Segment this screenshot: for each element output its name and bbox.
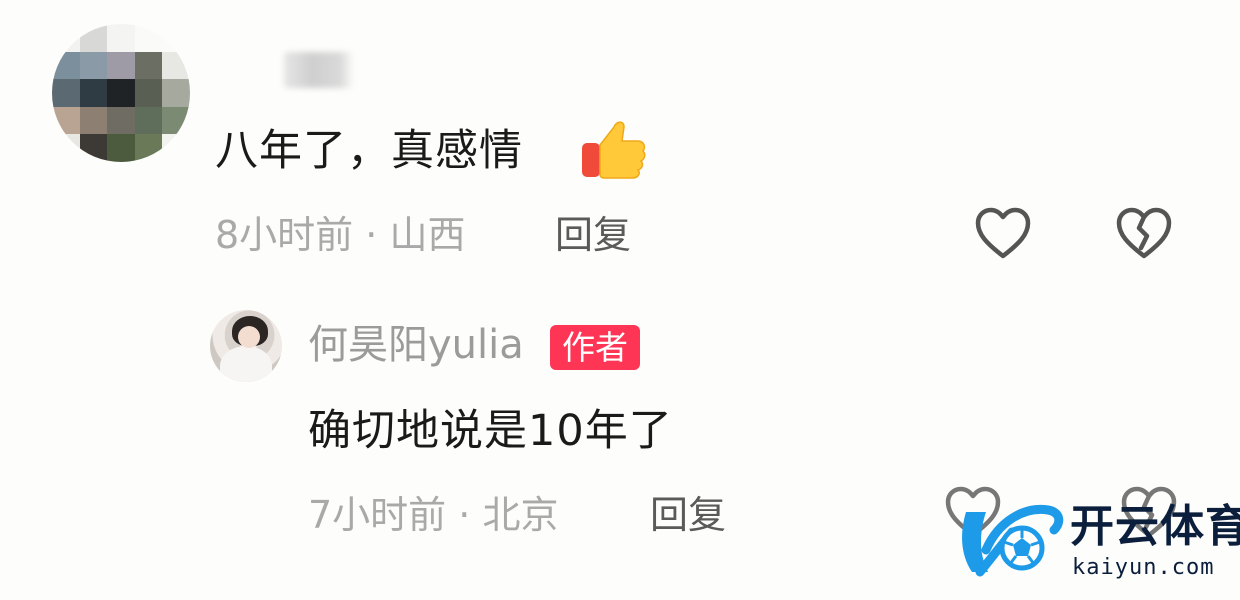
heart-icon[interactable]: [974, 206, 1032, 260]
author-username[interactable]: 何昊阳yulia: [308, 325, 524, 365]
meta-separator: ·: [446, 493, 483, 537]
comment-meta: 8小时前 · 山西: [215, 216, 465, 254]
broken-heart-icon[interactable]: [1115, 206, 1173, 260]
comment-time: 7小时前: [308, 493, 447, 537]
comment-text: 八年了，真感情: [215, 126, 523, 176]
watermark-url: kaiyun.com: [1072, 555, 1215, 580]
meta-separator: ·: [353, 213, 390, 257]
comment-time: 8小时前: [215, 213, 354, 257]
watermark-name: 开云体育: [1070, 501, 1240, 552]
author-badge: 作者: [550, 325, 640, 370]
reply-button[interactable]: 回复: [650, 496, 726, 534]
username-blurred: [284, 52, 354, 88]
watermark-logo-icon: [962, 504, 1064, 577]
comment-location: 北京: [482, 493, 559, 537]
comment-text: 确切地说是10年了: [308, 406, 673, 456]
avatar-pixelated[interactable]: [52, 24, 190, 162]
author-avatar[interactable]: [210, 310, 282, 382]
comment-location: 山西: [389, 213, 466, 257]
comment-meta: 7小时前 · 北京: [308, 496, 558, 534]
reply-button[interactable]: 回复: [555, 216, 631, 254]
thumbs-up-icon: [582, 121, 646, 179]
